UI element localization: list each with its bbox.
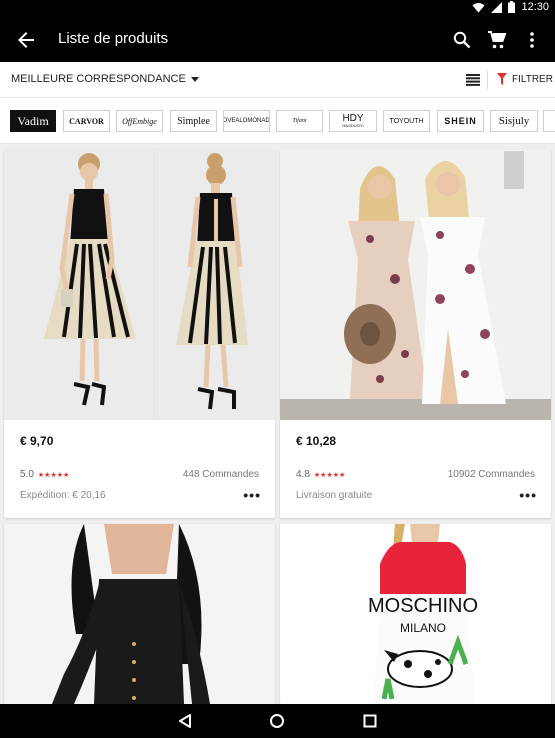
brand-hdy-sub: HAODUOYI	[342, 123, 364, 128]
print-milano: MILANO	[400, 621, 446, 635]
product-card[interactable]: € 10,28 4.8 ★★★★★ 10902 Commandes Livrai…	[280, 149, 551, 518]
filter-label: FILTRER	[512, 73, 553, 85]
list-view-icon[interactable]	[466, 74, 480, 86]
product-card[interactable]	[4, 524, 275, 704]
system-nav-bar	[0, 704, 555, 738]
shipping-info: Expédition: € 20,16	[20, 490, 106, 501]
rating-stars-icon: ★★★★★	[313, 471, 346, 479]
more-vert-icon[interactable]	[520, 28, 544, 52]
product-image-black-dress	[4, 149, 275, 420]
brand-simplee[interactable]: Simplee	[170, 110, 217, 132]
back-arrow-icon[interactable]	[14, 28, 38, 52]
brand-vadim[interactable]: Vadim	[10, 110, 56, 132]
brand-lovealomonade[interactable]: LOVEALOMONADE	[223, 110, 270, 132]
product-rating: 5.0 ★★★★★	[20, 469, 69, 480]
product-image-moschino-dress: MOSCHINO MILANO	[280, 524, 551, 704]
brand-tifani[interactable]: Tifani	[276, 110, 323, 132]
product-image-black-knit-dress	[4, 524, 275, 704]
brand-carvor[interactable]: CARVOR	[63, 110, 110, 132]
back-triangle-icon[interactable]	[176, 712, 194, 730]
brand-hdy[interactable]: HDY HAODUOYI	[329, 110, 377, 132]
product-card[interactable]: MOSCHINO MILANO	[280, 524, 551, 704]
brand-carousel: Vadim CARVOR OffEmbige Simplee LOVEALOMO…	[0, 98, 555, 144]
brand-sisjuly[interactable]: Sisjuly	[490, 110, 538, 132]
brand-shein[interactable]: SHEIN	[437, 110, 484, 132]
shipping-info: Livraison gratuite	[296, 490, 373, 501]
filter-button[interactable]: FILTRER	[497, 73, 553, 85]
recents-square-icon[interactable]	[361, 712, 379, 730]
wifi-icon	[472, 2, 485, 12]
product-card[interactable]: € 9,70 5.0 ★★★★★ 448 Commandes Expéditio…	[4, 149, 275, 518]
product-price: € 10,28	[296, 434, 337, 448]
status-time: 12:30	[521, 1, 549, 13]
product-price: € 9,70	[20, 434, 54, 448]
print-moschino: MOSCHINO	[368, 595, 478, 617]
search-icon[interactable]	[450, 28, 474, 52]
order-count: 10902 Commandes	[447, 469, 535, 480]
product-rating: 4.8 ★★★★★	[296, 469, 345, 480]
signal-icon	[491, 1, 503, 13]
page-title: Liste de produits	[58, 30, 169, 47]
dropdown-arrow-icon	[190, 76, 199, 82]
divider	[487, 71, 488, 89]
sort-filter-bar: MEILLEURE CORRESPONDANCE FILTRER	[0, 62, 555, 98]
rating-value: 5.0	[20, 469, 34, 480]
app-bar: Liste de produits	[0, 16, 555, 62]
brand-toyouth[interactable]: TOYOUTH	[383, 110, 430, 132]
order-count: 448 Commandes	[182, 469, 259, 480]
home-circle-icon[interactable]	[268, 712, 286, 730]
rating-stars-icon: ★★★★★	[37, 471, 70, 479]
filter-icon	[497, 73, 507, 85]
sort-dropdown[interactable]: MEILLEURE CORRESPONDANCE	[11, 73, 199, 85]
cart-icon[interactable]	[485, 28, 509, 52]
battery-icon	[508, 1, 516, 13]
more-options-button[interactable]: •••	[243, 487, 261, 503]
brand-offembige[interactable]: OffEmbige	[116, 110, 163, 132]
status-bar: 12:30	[0, 0, 555, 16]
product-image-floral-dress	[280, 149, 551, 420]
rating-value: 4.8	[296, 469, 310, 480]
sort-label: MEILLEURE CORRESPONDANCE	[11, 73, 186, 85]
more-options-button[interactable]: •••	[519, 487, 537, 503]
brand-partial[interactable]	[543, 110, 555, 132]
